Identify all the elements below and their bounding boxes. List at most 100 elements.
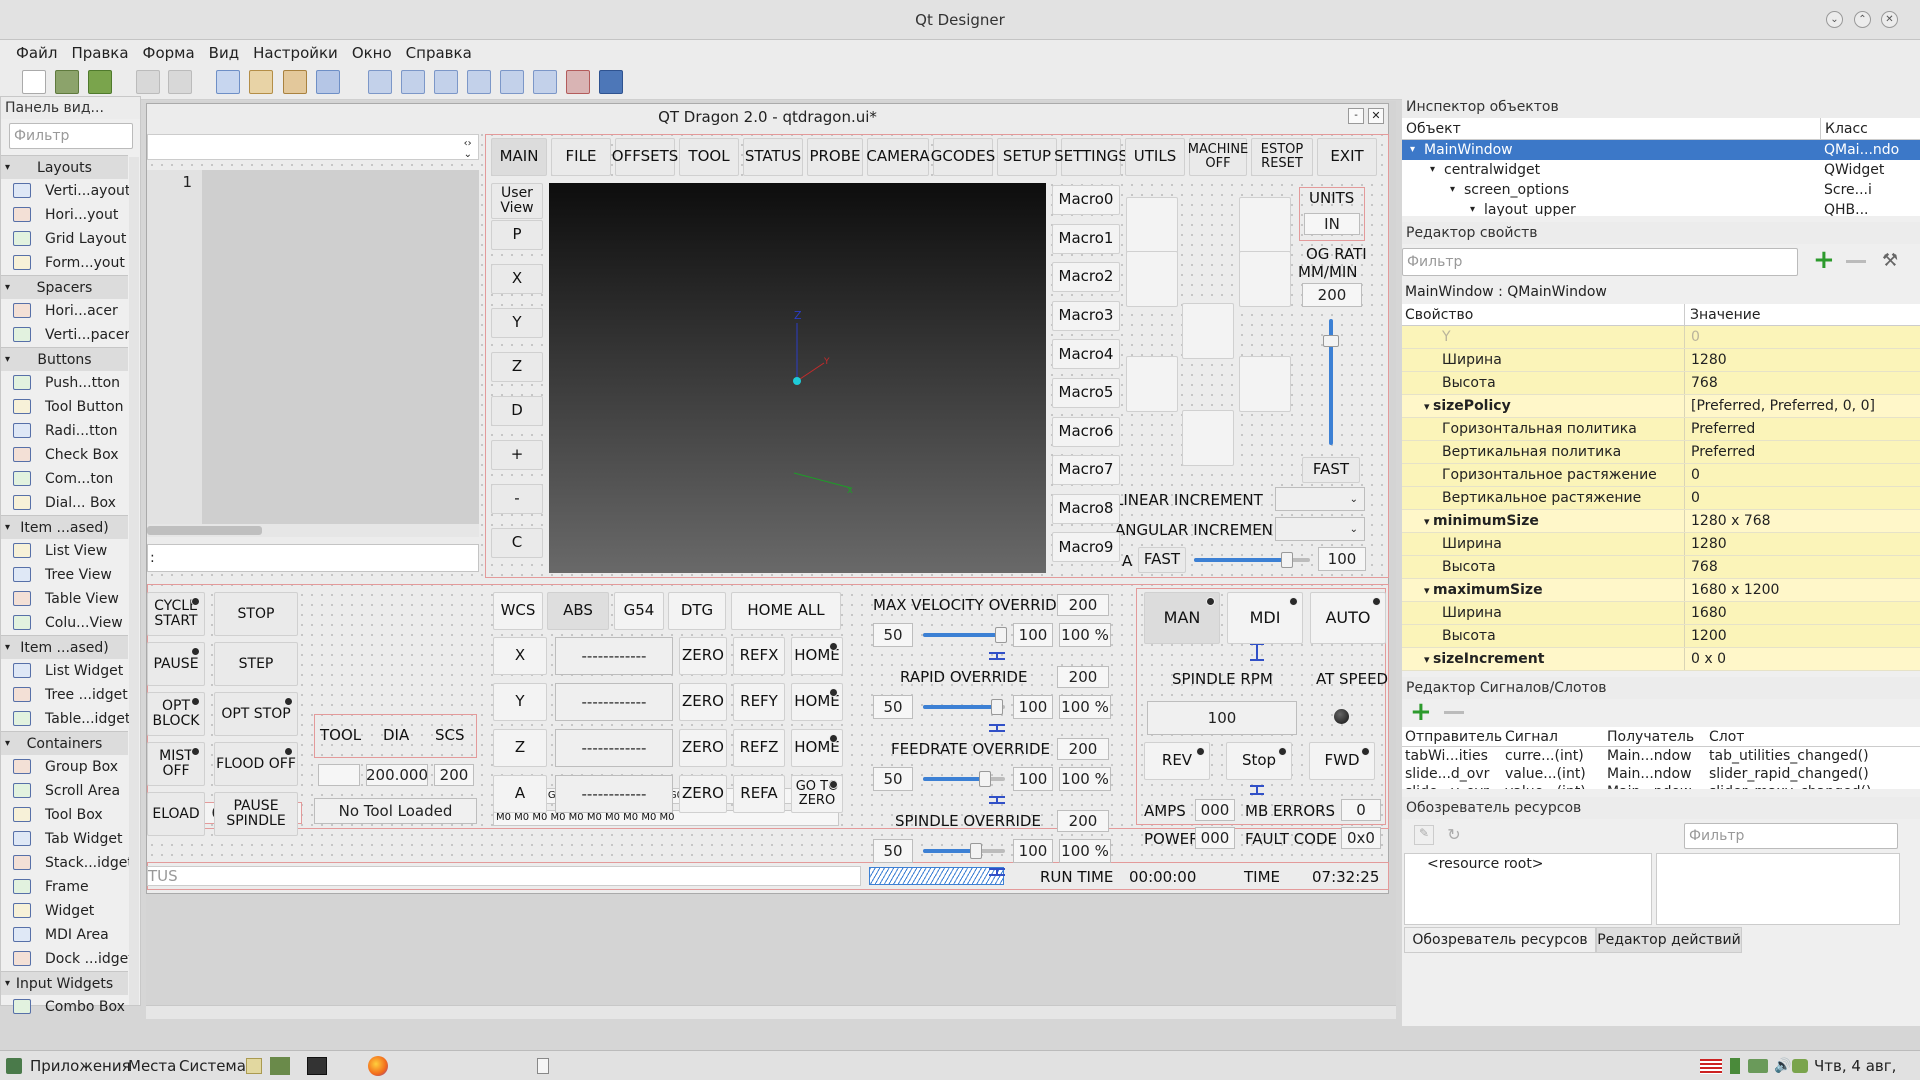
tab-machine-off[interactable]: MACHINE OFF xyxy=(1188,138,1248,176)
tab-offsets[interactable]: OFFSETS xyxy=(612,138,678,176)
view-button-p[interactable]: P xyxy=(491,220,543,250)
zero-button-a[interactable]: ZERO xyxy=(679,775,727,813)
macro-button-2[interactable]: Macro2 xyxy=(1052,262,1120,293)
property-value[interactable]: 1200 xyxy=(1684,625,1920,647)
widget-item[interactable]: Hori...acer xyxy=(1,299,128,323)
property-row[interactable]: Ширина 1680 xyxy=(1402,602,1920,625)
object-tree-row[interactable]: ▾ screen_options Scre...i xyxy=(1402,180,1920,200)
property-row[interactable]: minimumSize1280 x 768 xyxy=(1402,510,1920,533)
widget-item[interactable]: Com...ton xyxy=(1,467,128,491)
home-button-z[interactable]: HOME xyxy=(791,729,843,767)
jog-button-z-minus[interactable] xyxy=(1182,410,1234,466)
property-value[interactable]: 1680 xyxy=(1684,602,1920,624)
macro-button-5[interactable]: Macro5 xyxy=(1052,378,1120,408)
form-close-button[interactable]: ✕ xyxy=(1368,108,1384,124)
menu-edit[interactable]: Правка xyxy=(64,40,135,66)
firefox-launcher-icon[interactable] xyxy=(368,1056,388,1076)
gcode-filename-field[interactable]: ‹› ⌄ xyxy=(147,134,479,160)
expand-arrow-icon[interactable]: ▾ xyxy=(1430,160,1435,180)
property-row[interactable]: maximumSize1680 x 1200 xyxy=(1402,579,1920,602)
spindle-rev-button[interactable]: REV xyxy=(1144,742,1210,780)
resource-filter-input[interactable]: Фильтр xyxy=(1684,823,1898,849)
home-button-a[interactable]: GO TO ZERO xyxy=(791,775,843,813)
mode-button-man[interactable]: MAN xyxy=(1144,592,1220,644)
widget-item[interactable]: Group Box xyxy=(1,755,128,779)
jog-button-a-minus[interactable] xyxy=(1126,251,1178,307)
ref-button-z[interactable]: REFZ xyxy=(733,729,785,767)
override-slider-0[interactable] xyxy=(923,627,1007,643)
home-button-y[interactable]: HOME xyxy=(791,683,843,721)
widget-item[interactable]: Push...tton xyxy=(1,371,128,395)
property-row[interactable]: Высота 768 xyxy=(1402,372,1920,395)
menu-window[interactable]: Окно xyxy=(345,40,399,66)
jog-button-y-plus[interactable] xyxy=(1239,197,1291,253)
tab-tool[interactable]: TOOL xyxy=(679,138,739,176)
macro-button-1[interactable]: Macro1 xyxy=(1052,223,1120,254)
signal-slot-row[interactable]: slide...d_ovr value...(int) Main...ndow sli… xyxy=(1402,765,1920,783)
ref-button-x[interactable]: REFX xyxy=(733,637,785,675)
spindle-stop-button[interactable]: Stop xyxy=(1226,742,1292,780)
dro-axis-z[interactable]: Z xyxy=(493,729,547,767)
widget-item[interactable]: Stack...idget xyxy=(1,851,133,875)
menu-help[interactable]: Справка xyxy=(399,40,479,66)
dro-header-dtg[interactable]: DTG xyxy=(668,592,726,630)
override-slider-handle[interactable] xyxy=(978,771,991,787)
gcode-graphics-view[interactable]: Z Y x xyxy=(549,183,1046,573)
macro-button-0[interactable]: Macro0 xyxy=(1052,185,1120,215)
tab-resource-browser[interactable]: Обозреватель ресурсов xyxy=(1404,927,1596,953)
zero-button-z[interactable]: ZERO xyxy=(679,729,727,767)
gcode-editor[interactable]: 1 xyxy=(147,170,479,524)
dro-header-wcs[interactable]: WCS xyxy=(493,592,543,630)
widget-item[interactable]: Scroll Area xyxy=(1,779,128,803)
view-button-[interactable]: + xyxy=(491,440,543,470)
widget-item[interactable]: Colu...View xyxy=(1,611,128,635)
property-row[interactable]: sizePolicy[Preferred, Preferred, 0, 0] xyxy=(1402,395,1920,418)
widget-box-scrollbar[interactable] xyxy=(129,157,139,1005)
widget-item[interactable]: Dock ...idget xyxy=(1,947,134,971)
property-row[interactable]: Вертикальное растяжение 0 xyxy=(1402,487,1920,510)
terminal-launcher-icon[interactable] xyxy=(307,1057,327,1075)
macro-button-9[interactable]: Macro9 xyxy=(1052,532,1120,563)
widget-category-3[interactable]: Item ...ased) xyxy=(1,515,128,540)
keyboard-layout-flag-icon[interactable] xyxy=(1700,1059,1722,1074)
editor-launcher-icon[interactable] xyxy=(246,1058,262,1074)
units-value[interactable]: IN xyxy=(1304,213,1360,235)
open-file-icon[interactable] xyxy=(55,70,79,94)
override-slider-2[interactable] xyxy=(923,771,1005,787)
property-value[interactable]: 0 xyxy=(1684,487,1920,509)
widget-item[interactable]: Verti...pacer xyxy=(1,323,130,347)
cycle-button-flood-off[interactable]: FLOOD OFF xyxy=(214,742,298,786)
a-rate-slider[interactable] xyxy=(1194,552,1310,568)
widget-category-2[interactable]: Buttons xyxy=(1,347,128,372)
property-value[interactable]: 0 x 0 xyxy=(1684,648,1920,670)
menu-form[interactable]: Форма xyxy=(136,40,202,66)
configure-icon[interactable]: ⚒ xyxy=(1882,250,1904,272)
property-row[interactable]: Вертикальная политика Preferred xyxy=(1402,441,1920,464)
jog-button-a-plus[interactable] xyxy=(1239,251,1291,307)
remove-property-icon[interactable] xyxy=(1846,260,1866,263)
ref-button-a[interactable]: REFA xyxy=(733,775,785,813)
view-button-x[interactable]: X xyxy=(491,264,543,294)
layout-vertical-icon[interactable] xyxy=(401,70,425,94)
taskbar-apps[interactable]: Приложения xyxy=(30,1051,131,1080)
widget-category-0[interactable]: Layouts xyxy=(1,155,128,180)
cycle-button-opt-block[interactable]: OPT BLOCK xyxy=(147,692,205,736)
widget-item[interactable]: Radi...tton xyxy=(1,419,128,443)
widget-item[interactable]: Table View xyxy=(1,587,128,611)
a-fast-button[interactable]: FAST xyxy=(1138,547,1186,573)
taskbar-places[interactable]: Места xyxy=(128,1051,176,1080)
layout-splitter-v-icon[interactable] xyxy=(467,70,491,94)
widget-item[interactable]: Hori...yout xyxy=(1,203,128,227)
tab-utils[interactable]: UTILS xyxy=(1125,138,1185,176)
override-slider-3[interactable] xyxy=(923,843,1005,859)
macro-button-4[interactable]: Macro4 xyxy=(1052,339,1120,370)
jog-button-z-plus[interactable] xyxy=(1182,303,1234,359)
object-tree-row[interactable]: ▾ MainWindow QMai...ndo xyxy=(1402,140,1920,160)
override-slider-handle[interactable] xyxy=(994,627,1007,643)
network-icon[interactable] xyxy=(1748,1059,1768,1073)
property-row[interactable]: Горизонтальное растяжение 0 xyxy=(1402,464,1920,487)
layout-splitter-h-icon[interactable] xyxy=(434,70,458,94)
reload-icon[interactable]: ↻ xyxy=(1444,825,1464,845)
edit-resources-icon[interactable]: ✎ xyxy=(1414,825,1434,845)
adjust-size-icon[interactable] xyxy=(599,70,623,94)
